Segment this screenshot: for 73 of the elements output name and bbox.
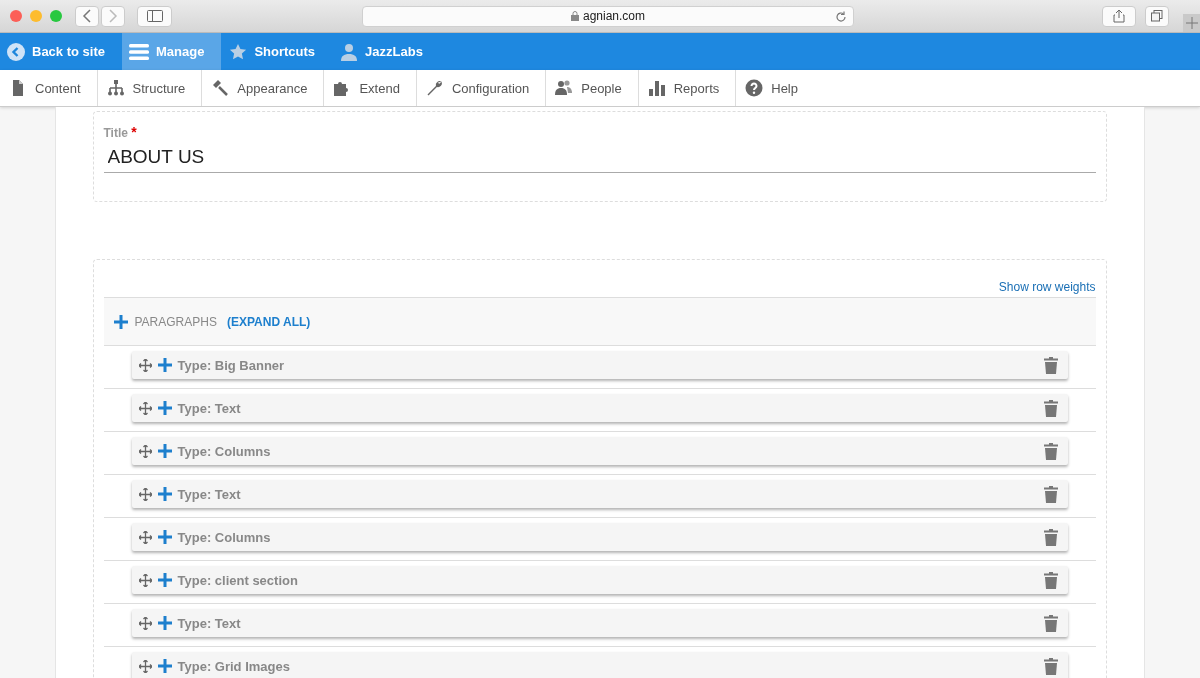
star-icon (229, 42, 248, 61)
drag-handle-icon[interactable] (138, 358, 152, 372)
plus-icon[interactable] (157, 401, 172, 415)
people-icon (555, 79, 574, 97)
tray-tab[interactable]: Configuration (416, 70, 547, 106)
required-mark: * (131, 124, 137, 140)
paragraph-type: Type: Columns (177, 443, 271, 459)
toolbar-item[interactable]: Shortcuts (221, 33, 333, 70)
trash-icon[interactable] (1043, 485, 1058, 503)
back-button[interactable] (75, 5, 99, 27)
expand-all-link[interactable]: (EXPAND ALL) (226, 314, 311, 329)
brush-icon (211, 79, 230, 97)
chevron-left-icon (82, 9, 92, 23)
sidebar-icon (146, 10, 163, 22)
tray-tab[interactable]: Help (736, 70, 814, 106)
reload-icon[interactable] (835, 10, 847, 23)
drag-handle-icon[interactable] (138, 530, 152, 544)
drag-handle-icon[interactable] (138, 616, 152, 630)
plus-icon[interactable] (157, 444, 172, 458)
paragraphs-heading: PARAGRAPHS (134, 314, 217, 329)
help-icon (745, 79, 764, 97)
paragraph-type: Type: Columns (177, 529, 271, 545)
show-row-weights-link[interactable]: Show row weights (998, 280, 1096, 297)
tabs-icon (1151, 10, 1163, 22)
tray-tab[interactable]: Appearance (202, 70, 325, 106)
plus-icon (1185, 17, 1198, 29)
title-input[interactable]: ABOUT US (103, 140, 1096, 173)
hierarchy-icon (106, 79, 125, 97)
close-window-icon[interactable] (10, 10, 22, 22)
address-field[interactable]: agnian.com (362, 5, 854, 27)
chevron-right-icon (108, 9, 118, 23)
drag-handle-icon[interactable] (138, 444, 152, 458)
menu-icon (129, 43, 149, 60)
paragraph-type: Type: Grid Images (177, 658, 290, 674)
share-button[interactable] (1102, 5, 1136, 27)
tray-tab[interactable]: People (546, 70, 639, 106)
tabs-button[interactable] (1145, 5, 1169, 27)
trash-icon[interactable] (1043, 528, 1058, 546)
tray-tab[interactable]: Structure (97, 70, 203, 106)
lock-icon (570, 11, 579, 21)
plus-icon[interactable] (157, 573, 172, 587)
paragraph-type: Type: Text (177, 486, 241, 502)
trash-icon[interactable] (1043, 571, 1058, 589)
paragraph-type: Type: Big Banner (177, 357, 285, 373)
plus-icon[interactable] (157, 358, 172, 372)
drag-handle-icon[interactable] (138, 573, 152, 587)
toolbar-item[interactable]: JazzLabs (332, 33, 440, 70)
back-icon (7, 42, 25, 61)
tray-tab[interactable]: Extend (324, 70, 417, 106)
plus-icon[interactable] (157, 487, 172, 501)
drag-handle-icon[interactable] (138, 659, 152, 673)
trash-icon[interactable] (1043, 442, 1058, 460)
tray-tab[interactable]: Reports (638, 70, 737, 106)
trash-icon[interactable] (1043, 356, 1058, 374)
plus-icon[interactable] (157, 530, 172, 544)
plus-icon[interactable] (113, 314, 128, 329)
trash-icon[interactable] (1043, 657, 1058, 675)
tray-tab[interactable]: Content (0, 70, 98, 106)
bar-chart-icon (647, 79, 666, 97)
plus-icon[interactable] (157, 659, 172, 673)
paragraph-type: Type: client section (177, 572, 298, 588)
drag-handle-icon[interactable] (138, 401, 152, 415)
trash-icon[interactable] (1043, 399, 1058, 417)
drag-handle-icon[interactable] (138, 487, 152, 501)
trash-icon[interactable] (1043, 614, 1058, 632)
field-label: Title (103, 126, 128, 140)
paragraph-type: Type: Text (177, 400, 241, 416)
user-icon (340, 42, 359, 61)
sidebar-button[interactable] (137, 5, 172, 27)
share-icon (1113, 9, 1125, 23)
plus-icon[interactable] (157, 616, 172, 630)
toolbar-item[interactable]: Back to site (0, 33, 122, 70)
paragraph-type: Type: Text (177, 615, 241, 631)
